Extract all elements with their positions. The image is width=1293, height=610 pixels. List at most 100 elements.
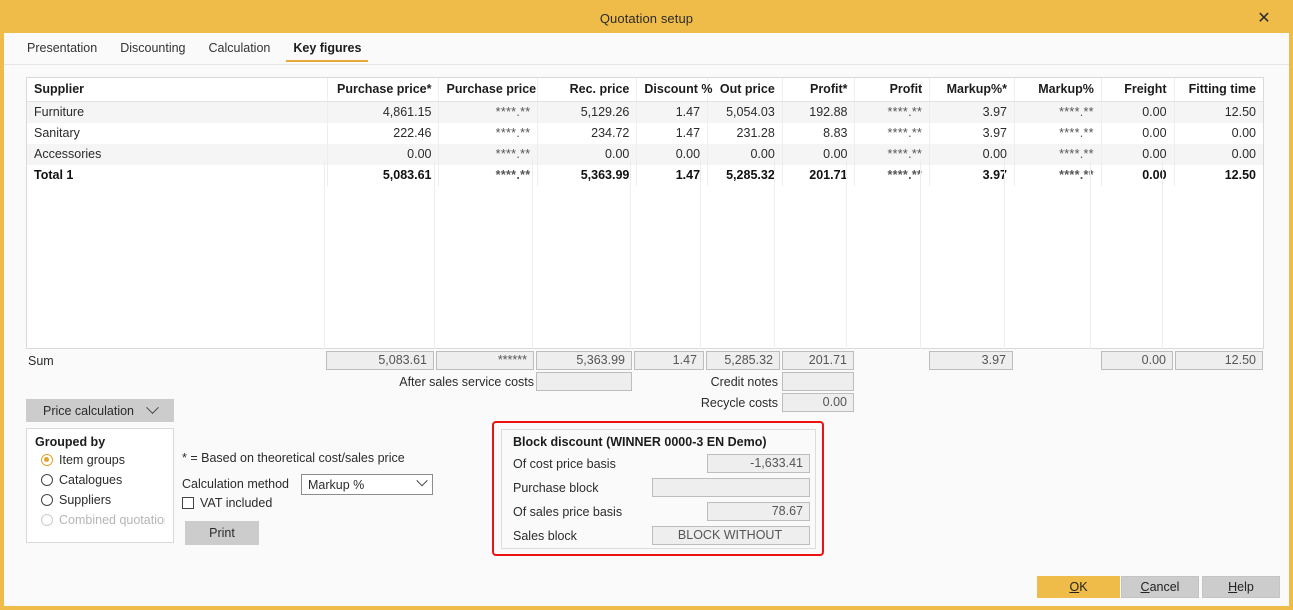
sum-profit-star[interactable]: 201.71 bbox=[782, 351, 854, 370]
cell-purchase-price: ****.** bbox=[438, 123, 539, 144]
cell-profit: ****.** bbox=[854, 144, 931, 165]
ok-label: OK bbox=[1069, 580, 1088, 594]
cell-discount: 1.47 bbox=[636, 123, 709, 144]
cell-markup: 3.97 bbox=[929, 165, 1016, 186]
sum-label: Sum bbox=[28, 354, 54, 368]
recycle-costs-field[interactable]: 0.00 bbox=[782, 393, 854, 412]
cell-fitting-time: 0.00 bbox=[1174, 144, 1263, 165]
cell-purchase-price: 222.46 bbox=[327, 123, 440, 144]
tab-presentation[interactable]: Presentation bbox=[18, 35, 106, 62]
column-header-markup[interactable]: Markup% bbox=[1014, 78, 1102, 102]
help-button[interactable]: Help bbox=[1202, 576, 1280, 598]
credit-notes-label: Credit notes bbox=[710, 375, 778, 389]
cell-markup: ****.** bbox=[1014, 101, 1102, 123]
radio-catalogues[interactable]: Catalogues bbox=[41, 473, 165, 487]
column-header-rec-price[interactable]: Rec. price bbox=[537, 78, 638, 102]
table-row[interactable]: Furniture 4,861.15 ****.** 5,129.26 1.47 5,05… bbox=[27, 101, 1263, 123]
sum-purchase-price[interactable]: ****** bbox=[436, 351, 534, 370]
cell-purchase-price: 5,083.61 bbox=[327, 165, 440, 186]
block-discount-label-3: Sales block bbox=[513, 529, 577, 543]
sum-markup-pct-star[interactable]: 3.97 bbox=[929, 351, 1013, 370]
sum-purchase-price-star[interactable]: 5,083.61 bbox=[326, 351, 434, 370]
cell-discount: 1.47 bbox=[636, 165, 709, 186]
tab-bar: Presentation Discounting Calculation Key fi… bbox=[4, 33, 1289, 65]
cell-markup: ****.** bbox=[1014, 123, 1102, 144]
cancel-button[interactable]: Cancel bbox=[1121, 576, 1199, 598]
cell-profit: 8.83 bbox=[782, 123, 856, 144]
cell-discount: 1.47 bbox=[636, 101, 709, 123]
table-row[interactable]: Sanitary 222.46 ****.** 234.72 1.47 231.28 8.8… bbox=[27, 123, 1263, 144]
column-header-profit[interactable]: Profit* bbox=[782, 78, 856, 102]
cell-profit: ****.** bbox=[854, 165, 931, 186]
block-discount-field-1[interactable] bbox=[652, 478, 810, 497]
column-header-markup[interactable]: Markup%* bbox=[929, 78, 1016, 102]
cell-supplier: Furniture bbox=[27, 101, 329, 123]
radio-icon bbox=[41, 494, 53, 506]
grouped-by-title: Grouped by bbox=[35, 435, 106, 449]
sum-out-price[interactable]: 5,285.32 bbox=[706, 351, 780, 370]
cell-fitting-time: 0.00 bbox=[1174, 123, 1263, 144]
cell-markup: 3.97 bbox=[929, 101, 1016, 123]
column-header-purchase-price[interactable]: Purchase price bbox=[438, 78, 539, 102]
print-button[interactable]: Print bbox=[185, 521, 259, 545]
tab-key-figures[interactable]: Key figures bbox=[284, 35, 370, 62]
column-header-profit[interactable]: Profit bbox=[854, 78, 931, 102]
sum-rec-price[interactable]: 5,363.99 bbox=[536, 351, 632, 370]
ok-button[interactable]: OK bbox=[1037, 576, 1120, 598]
vat-included-checkbox[interactable]: VAT included bbox=[182, 496, 272, 510]
cell-rec-price: 0.00 bbox=[537, 144, 638, 165]
cell-rec-price: 234.72 bbox=[537, 123, 638, 144]
grouped-by-group: Grouped by Item groups Catalogues Supplier… bbox=[26, 428, 174, 543]
cell-purchase-price: ****.** bbox=[438, 165, 539, 186]
sum-discount-pct[interactable]: 1.47 bbox=[634, 351, 704, 370]
tab-calculation[interactable]: Calculation bbox=[200, 35, 280, 62]
cancel-label: Cancel bbox=[1140, 580, 1180, 594]
price-calculation-button[interactable]: Price calculation bbox=[26, 399, 174, 422]
table-row[interactable]: Accessories 0.00 ****.** 0.00 0.00 0.00 0.00 **… bbox=[27, 144, 1263, 165]
block-discount-highlight: Block discount (WINNER 0000-3 EN Demo) O… bbox=[492, 421, 824, 556]
column-header-freight[interactable]: Freight bbox=[1101, 78, 1175, 102]
radio-icon bbox=[41, 474, 53, 486]
cell-fitting-time: 12.50 bbox=[1174, 165, 1263, 186]
cell-fitting-time: 12.50 bbox=[1174, 101, 1263, 123]
tab-discounting[interactable]: Discounting bbox=[111, 35, 194, 62]
sum-freight[interactable]: 0.00 bbox=[1101, 351, 1173, 370]
cell-profit: 192.88 bbox=[782, 101, 856, 123]
calculation-method-select[interactable]: Markup % bbox=[301, 474, 433, 495]
theoretical-price-footnote: * = Based on theoretical cost/sales pric… bbox=[182, 451, 405, 465]
column-header-supplier[interactable]: Supplier bbox=[27, 78, 329, 102]
recycle-costs-label: Recycle costs bbox=[700, 396, 778, 410]
cell-freight: 0.00 bbox=[1101, 165, 1175, 186]
calculation-method-label: Calculation method bbox=[182, 477, 290, 491]
radio-item-groups[interactable]: Item groups bbox=[41, 453, 165, 467]
tab-label: Presentation bbox=[27, 41, 98, 55]
block-discount-label-2: Of sales price basis bbox=[513, 505, 623, 519]
window-title: Quotation setup bbox=[599, 11, 694, 26]
block-discount-field-2[interactable]: 78.67 bbox=[707, 502, 810, 521]
column-header-discount[interactable]: Discount % bbox=[636, 78, 712, 102]
cell-out-price: 5,285.32 bbox=[707, 165, 783, 186]
radio-label: Combined quotation l... bbox=[59, 513, 165, 527]
chevron-down-icon bbox=[416, 474, 428, 486]
chevron-down-icon bbox=[146, 401, 159, 415]
credit-notes-field[interactable] bbox=[782, 372, 854, 391]
sum-fitting-time[interactable]: 12.50 bbox=[1175, 351, 1263, 370]
column-header-purchase-price[interactable]: Purchase price* bbox=[327, 78, 440, 102]
table-total-row[interactable]: Total 1 5,083.61 ****.** 5,363.99 1.47 5,285.… bbox=[27, 165, 1263, 186]
cell-markup: 0.00 bbox=[929, 144, 1016, 165]
radio-icon bbox=[41, 454, 53, 466]
close-icon[interactable]: ✕ bbox=[1247, 4, 1281, 33]
cell-out-price: 5,054.03 bbox=[707, 101, 783, 123]
column-header-out-price[interactable]: Out price bbox=[707, 78, 783, 102]
block-discount-field-0[interactable]: -1,633.41 bbox=[707, 454, 810, 473]
column-header-fitting-time[interactable]: Fitting time bbox=[1174, 78, 1263, 102]
block-discount-field-3[interactable]: BLOCK WITHOUT bbox=[652, 526, 810, 545]
cell-profit: ****.** bbox=[854, 123, 931, 144]
cell-freight: 0.00 bbox=[1101, 123, 1175, 144]
after-sales-service-costs-label: After sales service costs bbox=[399, 375, 534, 389]
title-bar: Quotation setup ✕ bbox=[4, 4, 1289, 33]
cell-supplier: Accessories bbox=[27, 144, 329, 165]
key-figures-table: Supplier Purchase price* Purchase price Rec… bbox=[27, 78, 1263, 186]
radio-label: Catalogues bbox=[59, 473, 123, 487]
radio-suppliers[interactable]: Suppliers bbox=[41, 493, 165, 507]
